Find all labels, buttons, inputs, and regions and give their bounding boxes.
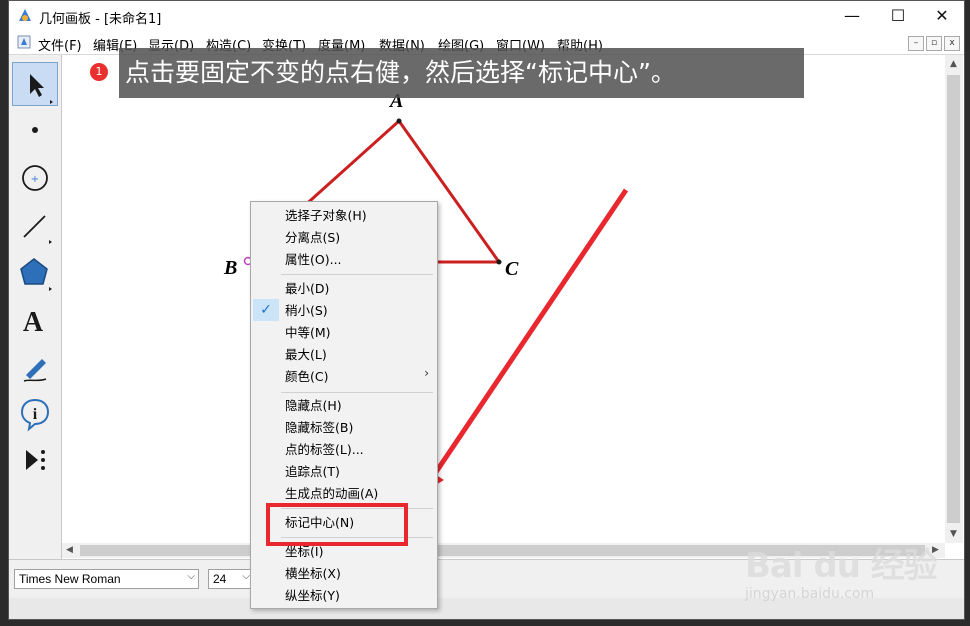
font-size-select[interactable]: 24 ⌵ [208, 569, 254, 589]
cm-properties[interactable]: 属性(O)... [285, 249, 342, 271]
close-button[interactable]: ✕ [919, 1, 964, 32]
minimize-button[interactable]: — [829, 1, 875, 32]
cm-color[interactable]: 颜色(C) [285, 366, 328, 388]
cm-separator [281, 392, 433, 393]
cm-animate-point[interactable]: 生成点的动画(A) [285, 483, 378, 505]
cm-select-children[interactable]: 选择子对象(H) [285, 205, 367, 227]
marker-tool[interactable] [12, 345, 58, 389]
font-name-value: Times New Roman [19, 572, 121, 586]
watermark-url: jingyan.baidu.com [745, 586, 875, 602]
cm-abscissa[interactable]: 横坐标(X) [285, 563, 341, 585]
custom-tool-icon [26, 450, 45, 470]
chevron-down-icon: ⌵ [242, 571, 250, 582]
toolbox: + A i [9, 55, 62, 559]
instruction-callout: 点击要固定不变的点右健，然后选择“标记中心”。 [119, 48, 804, 98]
baidu-watermark: Bai du 经验 jingyan.baidu.com [745, 520, 955, 610]
cm-separator [281, 274, 433, 275]
document-icon[interactable] [17, 35, 31, 49]
geometry-drawing [300, 118, 502, 265]
font-name-select[interactable]: Times New Roman ⌵ [14, 569, 199, 589]
straightedge-icon [23, 215, 52, 244]
chevron-down-icon: ⌵ [187, 571, 195, 582]
cm-size-smallest[interactable]: 最小(D) [285, 278, 329, 300]
point-label-c[interactable]: C [505, 258, 518, 281]
cm-hide-point[interactable]: 隐藏点(H) [285, 395, 342, 417]
menu-file[interactable]: 文件(F) [38, 35, 82, 54]
polygon-tool[interactable] [12, 251, 58, 295]
straightedge-tool[interactable] [12, 204, 58, 248]
highlight-box [266, 503, 408, 546]
step-number-badge: 1 [90, 63, 108, 81]
cm-size-small[interactable]: 稍小(S) [285, 300, 328, 322]
vertical-scroll-thumb[interactable] [947, 75, 960, 523]
mdi-close-button[interactable]: x [944, 36, 960, 51]
svg-text:+: + [31, 174, 39, 185]
segment-ab[interactable] [300, 119, 401, 210]
selection-arrow-tool[interactable] [12, 62, 58, 106]
compass-icon: + [22, 165, 48, 191]
cm-hide-label[interactable]: 隐藏标签(B) [285, 417, 353, 439]
title-bar: 几何画板 - [未命名1] — ☐ ✕ [9, 1, 964, 32]
text-icon: A [23, 307, 44, 338]
compass-tool[interactable]: + [12, 156, 58, 200]
scroll-up-icon[interactable]: ▲ [950, 59, 957, 69]
point-c[interactable] [496, 259, 502, 265]
cm-ordinate[interactable]: 纵坐标(Y) [285, 585, 340, 607]
font-size-value: 24 [213, 572, 227, 586]
point-label-b[interactable]: B [224, 257, 237, 280]
cm-trace-point[interactable]: 追踪点(T) [285, 461, 340, 483]
mdi-minimize-button[interactable]: – [908, 36, 924, 51]
polygon-icon [20, 258, 52, 291]
cm-size-medium[interactable]: 中等(M) [285, 322, 331, 344]
svg-text:A: A [23, 307, 44, 338]
svg-text:i: i [33, 406, 38, 423]
cm-size-largest[interactable]: 最大(L) [285, 344, 327, 366]
cm-point-label[interactable]: 点的标签(L)... [285, 439, 364, 461]
window-title: 几何画板 - [未命名1] [39, 12, 162, 27]
mdi-restore-button[interactable]: ▫ [926, 36, 942, 51]
custom-tool[interactable] [12, 438, 58, 482]
information-tool[interactable]: i [12, 391, 58, 435]
point-icon [32, 127, 38, 133]
cm-split-point[interactable]: 分离点(S) [285, 227, 340, 249]
point-a[interactable] [396, 118, 402, 124]
watermark-brand: Bai du 经验 [745, 546, 938, 586]
text-tool[interactable]: A [12, 299, 58, 343]
marker-icon [23, 359, 47, 382]
geometers-sketchpad-app-icon [19, 9, 31, 21]
scroll-left-icon[interactable]: ◀ [66, 545, 73, 555]
information-icon: i [20, 398, 50, 432]
sketch-canvas[interactable] [62, 55, 945, 543]
maximize-button[interactable]: ☐ [875, 1, 921, 32]
context-menu: 选择子对象(H) 分离点(S) 属性(O)... 最小(D) ✓ 稍小(S) 中… [250, 201, 438, 609]
submenu-arrow-icon: › [424, 366, 429, 380]
vertical-scrollbar[interactable]: ▲ ▼ [945, 55, 963, 543]
checkmark-icon: ✓ [253, 299, 279, 321]
selection-arrow-icon [30, 74, 53, 104]
point-tool[interactable] [12, 108, 58, 152]
